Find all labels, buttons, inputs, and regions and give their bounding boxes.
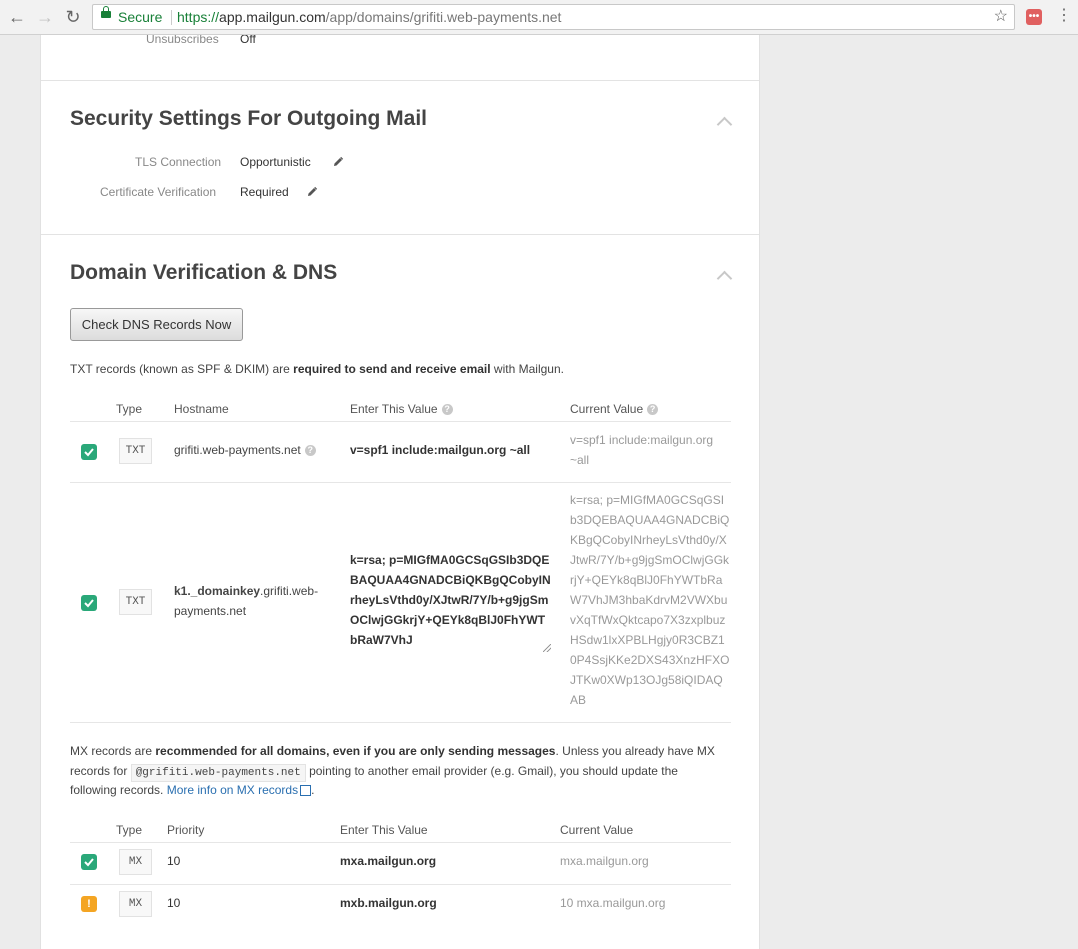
bookmark-star-icon[interactable]: ☆ (994, 5, 1008, 29)
txt-hostname-text: grifiti.web-payments.net (174, 443, 301, 457)
mx-intro-line1: MX records are recommended for all domai… (70, 744, 715, 758)
mx-intro-line2: records for @grifiti.web-payments.net po… (70, 764, 678, 782)
txt-col-current-label: Current Value (570, 402, 644, 416)
verified-check-icon (81, 854, 97, 870)
mx-priority: 10 (167, 854, 181, 868)
domain-settings-panel: Unsubscribes Off Security Settings For O… (40, 35, 760, 949)
mx-intro-text-2: . Unless you already have MX (555, 744, 715, 758)
mx-intro-text: MX records are (70, 744, 156, 758)
forward-arrow-icon[interactable]: → (35, 7, 55, 27)
back-arrow-icon[interactable]: ← (7, 7, 27, 27)
edit-certificate-pencil-icon[interactable] (306, 186, 318, 198)
url-text: https://app.mailgun.com/app/domains/grif… (177, 5, 561, 29)
url-path: /app/domains/grifiti.web-payments.net (325, 9, 562, 25)
record-type-badge: MX (119, 849, 152, 875)
txt-intro-text: TXT records (known as SPF & DKIM) are (70, 362, 294, 376)
external-link-icon[interactable] (300, 785, 312, 797)
url-scheme: https:// (177, 9, 220, 25)
security-section-title: Security Settings For Outgoing Mail (70, 107, 428, 130)
txt-current-value-line2: ~all (570, 453, 590, 467)
browser-menu-icon[interactable]: ⋮ (1056, 6, 1072, 26)
extension-icon[interactable]: ••• (1026, 9, 1042, 25)
txt-records-intro: TXT records (known as SPF & DKIM) are re… (70, 362, 564, 376)
mx-current-value: 10 mxa.mailgun.org (560, 896, 666, 910)
address-separator (171, 10, 172, 25)
mx-intro-text-5: following records. (70, 783, 164, 797)
unsubscribes-value: Off (240, 35, 256, 46)
mx-intro-text-4: pointing to another email provider (e.g.… (309, 764, 678, 778)
record-type-badge: TXT (119, 589, 152, 615)
help-icon[interactable]: ? (441, 404, 453, 416)
mx-enter-value: mxa.mailgun.org (340, 854, 437, 868)
mx-intro-text-3: records for (70, 764, 128, 778)
txt-intro-end: with Mailgun. (490, 362, 564, 376)
warning-icon: ! (81, 896, 97, 912)
dkim-hostname-bold: k1._domainkey (174, 584, 261, 598)
mx-current-value: mxa.mailgun.org (560, 854, 649, 868)
txt-col-enter-label: Enter This Value (350, 402, 438, 416)
domain-code: @grifiti.web-payments.net (130, 764, 306, 782)
lock-icon (101, 6, 111, 18)
txt-col-current-value: Current Value? (570, 402, 659, 416)
txt-col-hostname: Hostname (174, 402, 229, 416)
secure-label: Secure (118, 9, 163, 25)
browser-toolbar: ← → ↻ Secure https://app.mailgun.com/app… (0, 0, 1078, 35)
tls-connection-value: Opportunistic (240, 155, 311, 169)
dkim-hostname-line1: k1._domainkey.grifiti.web- (174, 584, 318, 598)
tls-connection-label: TLS Connection (135, 155, 222, 169)
txt-current-value-line1: v=spf1 include:mailgun.org (570, 433, 714, 447)
mx-intro-line3: following records. More info on MX recor… (70, 783, 314, 797)
dkim-enter-value-textarea[interactable]: k=rsa; p=MIGfMA0GCSqGSIb3DQEBAQUAA4GNADC… (350, 550, 551, 652)
table-divider (70, 722, 731, 723)
txt-hostname: grifiti.web-payments.net? (174, 443, 316, 457)
mx-col-enter-value: Enter This Value (340, 823, 428, 837)
mx-priority: 10 (167, 896, 181, 910)
dns-section-title: Domain Verification & DNS (70, 261, 338, 284)
txt-enter-value: v=spf1 include:mailgun.org ~all (350, 443, 531, 457)
certificate-verification-value: Required (240, 185, 289, 199)
table-divider (70, 482, 731, 483)
collapse-dns-chevron-icon[interactable] (716, 270, 733, 287)
verified-check-icon (81, 444, 97, 460)
section-divider (41, 234, 759, 235)
address-bar[interactable]: Secure https://app.mailgun.com/app/domai… (92, 4, 1015, 30)
mx-intro-period: . (311, 783, 315, 797)
unsubscribes-label: Unsubscribes (146, 35, 219, 46)
mx-intro-bold: recommended for all domains, even if you… (155, 744, 556, 758)
mx-col-current-value: Current Value (560, 823, 634, 837)
url-host: app.mailgun.com (219, 9, 326, 25)
table-divider (70, 842, 731, 843)
edit-tls-pencil-icon[interactable] (332, 156, 344, 168)
txt-intro-bold: required to send and receive email (293, 362, 491, 376)
resize-grip-icon[interactable] (543, 644, 551, 652)
record-type-badge: MX (119, 891, 152, 917)
mx-col-priority: Priority (167, 823, 205, 837)
certificate-verification-label: Certificate Verification (100, 185, 217, 199)
dkim-hostname-line2: payments.net (174, 604, 247, 618)
dkim-hostname-rest: .grifiti.web- (260, 584, 319, 598)
dkim-enter-value-text: k=rsa; p=MIGfMA0GCSqGSIb3DQEBAQUAA4GNADC… (350, 553, 551, 647)
mx-col-type: Type (116, 823, 143, 837)
txt-col-enter-value: Enter This Value? (350, 402, 453, 416)
help-icon[interactable]: ? (647, 404, 659, 416)
collapse-security-chevron-icon[interactable] (716, 116, 733, 133)
verified-check-icon (81, 595, 97, 611)
section-divider (41, 80, 759, 81)
txt-col-type: Type (116, 402, 143, 416)
check-dns-records-button[interactable]: Check DNS Records Now (70, 308, 243, 341)
dkim-current-value: k=rsa; p=MIGfMA0GCSqGSIb3DQEBAQUAA4GNADC… (570, 493, 730, 707)
mx-enter-value: mxb.mailgun.org (340, 896, 437, 910)
reload-icon[interactable]: ↻ (63, 7, 83, 27)
help-icon[interactable]: ? (304, 445, 316, 457)
mx-info-link[interactable]: More info on MX records (167, 783, 298, 797)
table-divider (70, 884, 731, 885)
record-type-badge: TXT (119, 438, 152, 464)
table-divider (70, 421, 731, 422)
